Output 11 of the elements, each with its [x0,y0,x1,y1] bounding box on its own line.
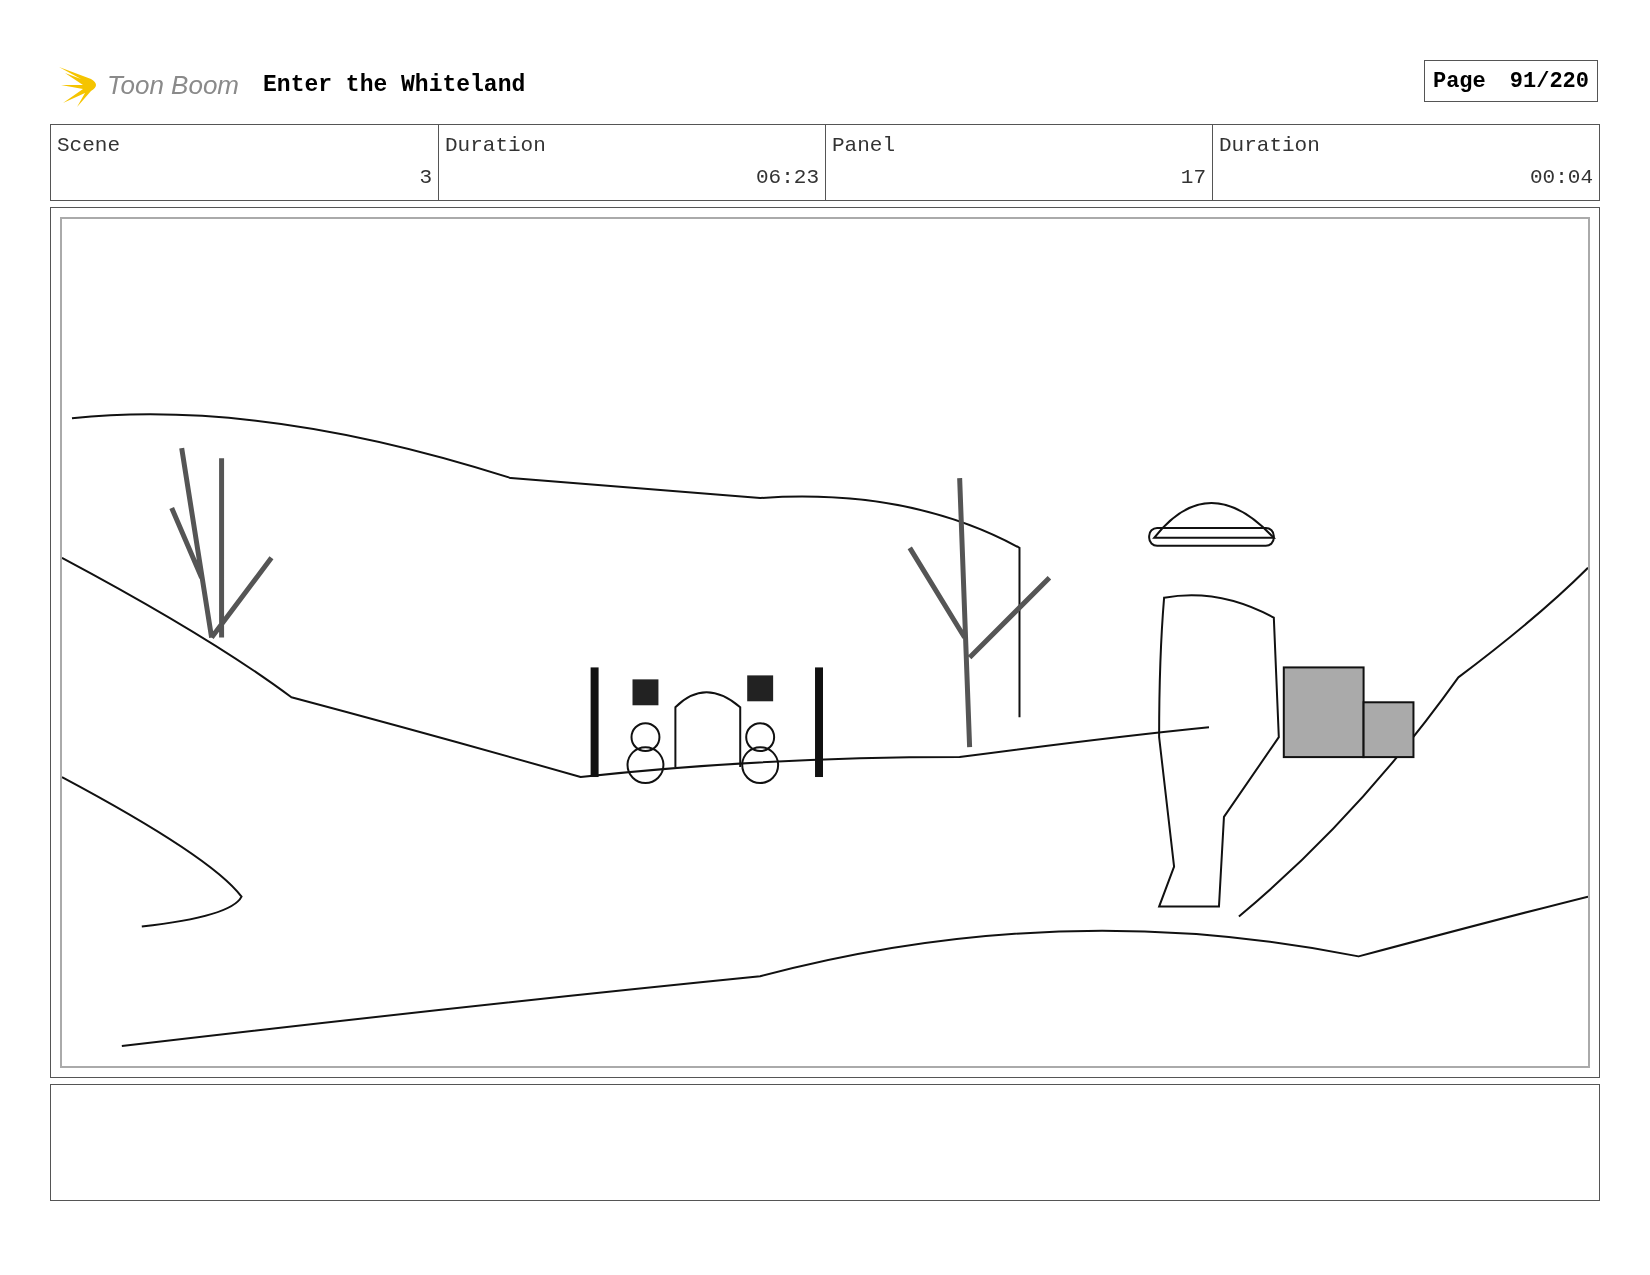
table-cell-text: 3 [419,164,432,191]
page-counter: Page 91/220 [1423,60,1598,102]
column-heading: Duration [1219,133,1320,159]
table-cell-text: 00:04 [1530,164,1593,191]
column-heading: Duration [445,133,546,159]
logo-text: Toon Boom [107,68,240,102]
table-cell-text: 17 [1180,164,1206,191]
column-heading: Scene [57,133,120,159]
table-cell-text: 06:23 [756,164,819,191]
column-heading: Panel [832,133,895,159]
storyboard-title: Enter the Whiteland [263,70,526,100]
